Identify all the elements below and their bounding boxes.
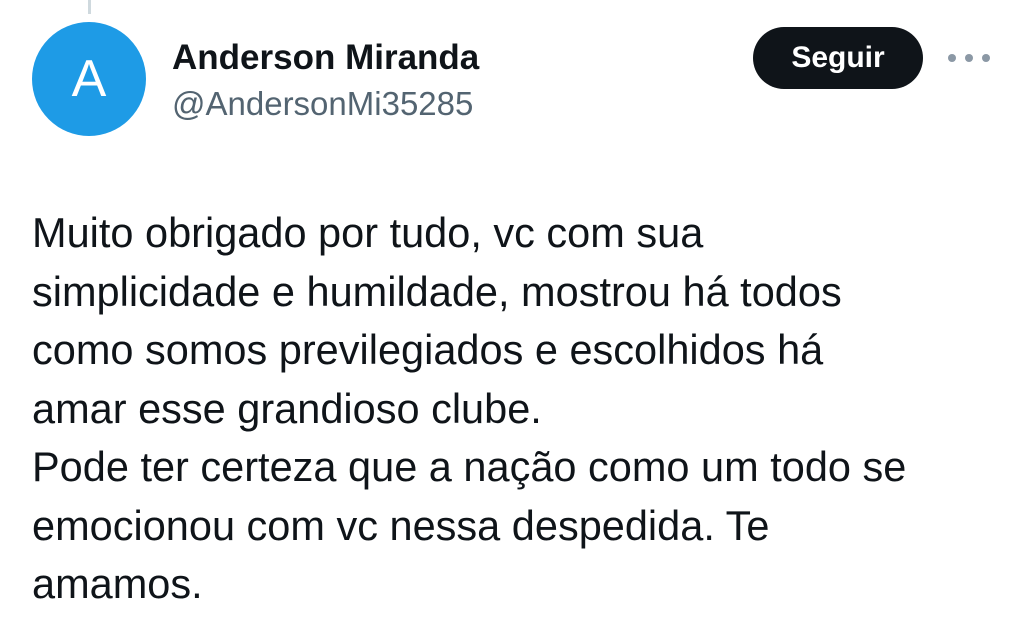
more-dot bbox=[948, 54, 956, 62]
more-dot bbox=[982, 54, 990, 62]
follow-button[interactable]: Seguir bbox=[753, 27, 923, 89]
display-name[interactable]: Anderson Miranda bbox=[172, 36, 479, 80]
more-horizontal-icon[interactable] bbox=[948, 47, 990, 69]
avatar-letter: A bbox=[71, 50, 107, 108]
avatar[interactable]: A bbox=[32, 22, 146, 136]
user-handle[interactable]: @AndersonMi35285 bbox=[172, 82, 479, 126]
tweet-text: Muito obrigado por tudo, vc com sua simp… bbox=[32, 209, 907, 607]
more-dot bbox=[965, 54, 973, 62]
user-info: Anderson Miranda @AndersonMi35285 bbox=[172, 36, 479, 126]
thread-connector-line bbox=[88, 0, 91, 14]
